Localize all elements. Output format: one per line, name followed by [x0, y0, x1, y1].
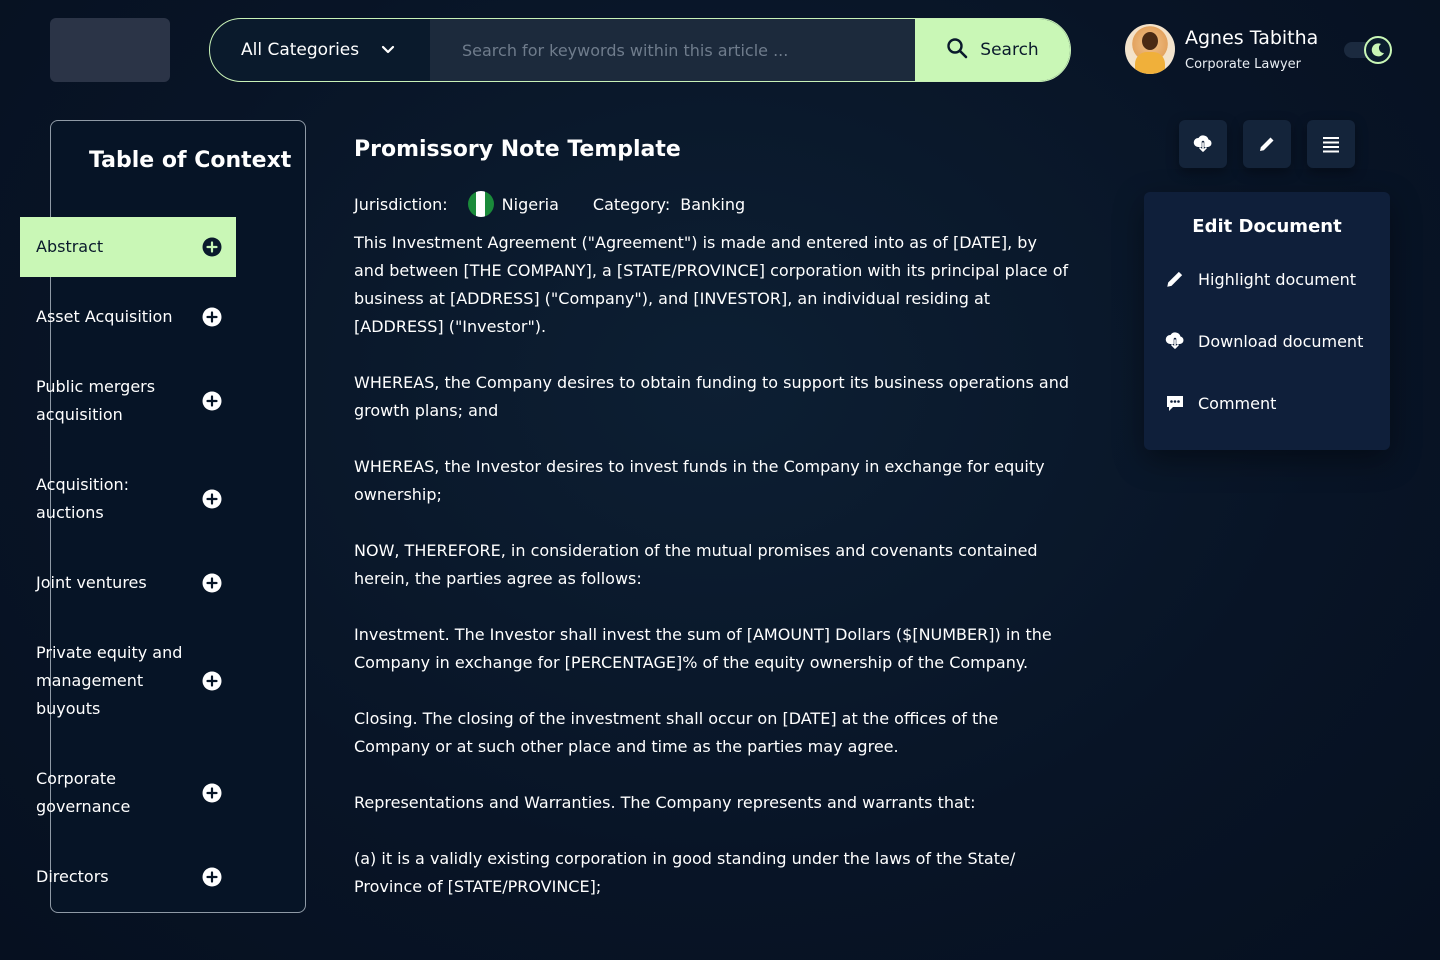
list-icon [1323, 137, 1339, 153]
nigeria-flag-icon [467, 191, 494, 217]
document-paragraph: (a) it is a validly existing corporation… [354, 849, 1016, 896]
toc-item-label: Joint ventures [36, 573, 147, 592]
document-meta: Jurisdiction: Nigeria Category: Banking [354, 191, 745, 217]
category-label: Category: [592, 194, 671, 214]
plus-circle-icon [202, 573, 222, 593]
plus-circle-icon [202, 867, 222, 887]
toc-item-label: Directors [36, 867, 109, 886]
document-body: This Investment Agreement ("Agreement") … [354, 229, 1069, 929]
toc-item-label: Corporate governance [36, 769, 131, 816]
menu-button[interactable] [1307, 120, 1355, 168]
edit-item-label: Highlight document [1198, 269, 1357, 289]
search-button-label: Search [980, 40, 1039, 60]
toc-item-asset-acquisition[interactable]: Asset Acquisition [20, 303, 236, 331]
plus-circle-icon [202, 237, 222, 257]
document-paragraph: WHEREAS, the Company desires to obtain f… [354, 373, 1069, 420]
avatar [1125, 24, 1175, 74]
comment-icon [1167, 396, 1183, 411]
toc-item-label: Public mergers acquisition [36, 377, 156, 424]
category-select[interactable]: All Categories [210, 19, 430, 81]
document-paragraph: This Investment Agreement ("Agreement") … [354, 233, 1069, 336]
user-role: Corporate Lawyer [1185, 56, 1301, 72]
highlight-document-item[interactable]: Highlight document [1164, 268, 1356, 290]
toc-item-label: Acquisition: auctions [36, 475, 130, 522]
search-icon [946, 37, 968, 64]
pencil-icon [1260, 137, 1274, 151]
plus-circle-icon [202, 391, 222, 411]
user-name: Agnes Tabitha [1185, 26, 1319, 49]
document-paragraph: Investment. The Investor shall invest th… [354, 625, 1052, 672]
document-title: Promissory Note Template [354, 137, 681, 162]
document-paragraph: Closing. The closing of the investment s… [354, 709, 999, 756]
theme-toggle[interactable] [1344, 36, 1392, 64]
category-value: Banking [680, 194, 746, 214]
toc-item-label: Asset Acquisition [36, 307, 173, 326]
plus-circle-icon [202, 671, 222, 691]
cloud-download-icon [1193, 135, 1212, 154]
document-paragraph: Representations and Warranties. The Comp… [354, 793, 976, 812]
pencil-icon [1167, 271, 1183, 287]
cloud-download-icon [1165, 332, 1184, 351]
search-bar: All Categories Search [209, 18, 1071, 82]
jurisdiction-value: Nigeria [501, 194, 559, 214]
edit-button[interactable] [1243, 120, 1291, 168]
chevron-down-icon [381, 43, 395, 57]
search-input[interactable] [430, 19, 915, 81]
category-select-label: All Categories [241, 40, 360, 60]
toc-item-public-mergers[interactable]: Public mergers acquisition [20, 373, 236, 429]
edit-document-panel: Edit Document Highlight document Downloa… [1144, 192, 1390, 450]
comment-item[interactable]: Comment [1164, 392, 1276, 414]
moon-icon [1364, 36, 1392, 64]
plus-circle-icon [202, 783, 222, 803]
toc-item-label: Private equity and management buyouts [36, 643, 183, 718]
plus-circle-icon [202, 307, 222, 327]
edit-item-label: Download document [1198, 331, 1364, 351]
toc-item-abstract[interactable]: Abstract [20, 217, 236, 277]
logo-placeholder[interactable] [50, 18, 170, 82]
jurisdiction-label: Jurisdiction: [354, 194, 448, 214]
sidebar-title: Table of Context [89, 148, 292, 173]
toc-item-corporate-governance[interactable]: Corporate governance [20, 765, 236, 821]
toc-item-directors[interactable]: Directors [20, 863, 236, 891]
toc-item-label: Abstract [36, 237, 104, 256]
document-paragraph: WHEREAS, the Investor desires to invest … [354, 457, 1045, 504]
user-profile[interactable]: Agnes Tabitha Corporate Lawyer [1125, 24, 1318, 74]
toc-item-joint-ventures[interactable]: Joint ventures [20, 569, 236, 597]
download-button[interactable] [1179, 120, 1227, 168]
search-button[interactable]: Search [915, 19, 1070, 81]
toc-item-auctions[interactable]: Acquisition: auctions [20, 471, 236, 527]
edit-item-label: Comment [1198, 393, 1277, 413]
download-document-item[interactable]: Download document [1164, 330, 1363, 352]
plus-circle-icon [202, 489, 222, 509]
edit-panel-title: Edit Document [1192, 216, 1342, 237]
toc-item-private-equity[interactable]: Private equity and management buyouts [20, 639, 236, 723]
document-paragraph: NOW, THEREFORE, in consideration of the … [354, 541, 1038, 588]
